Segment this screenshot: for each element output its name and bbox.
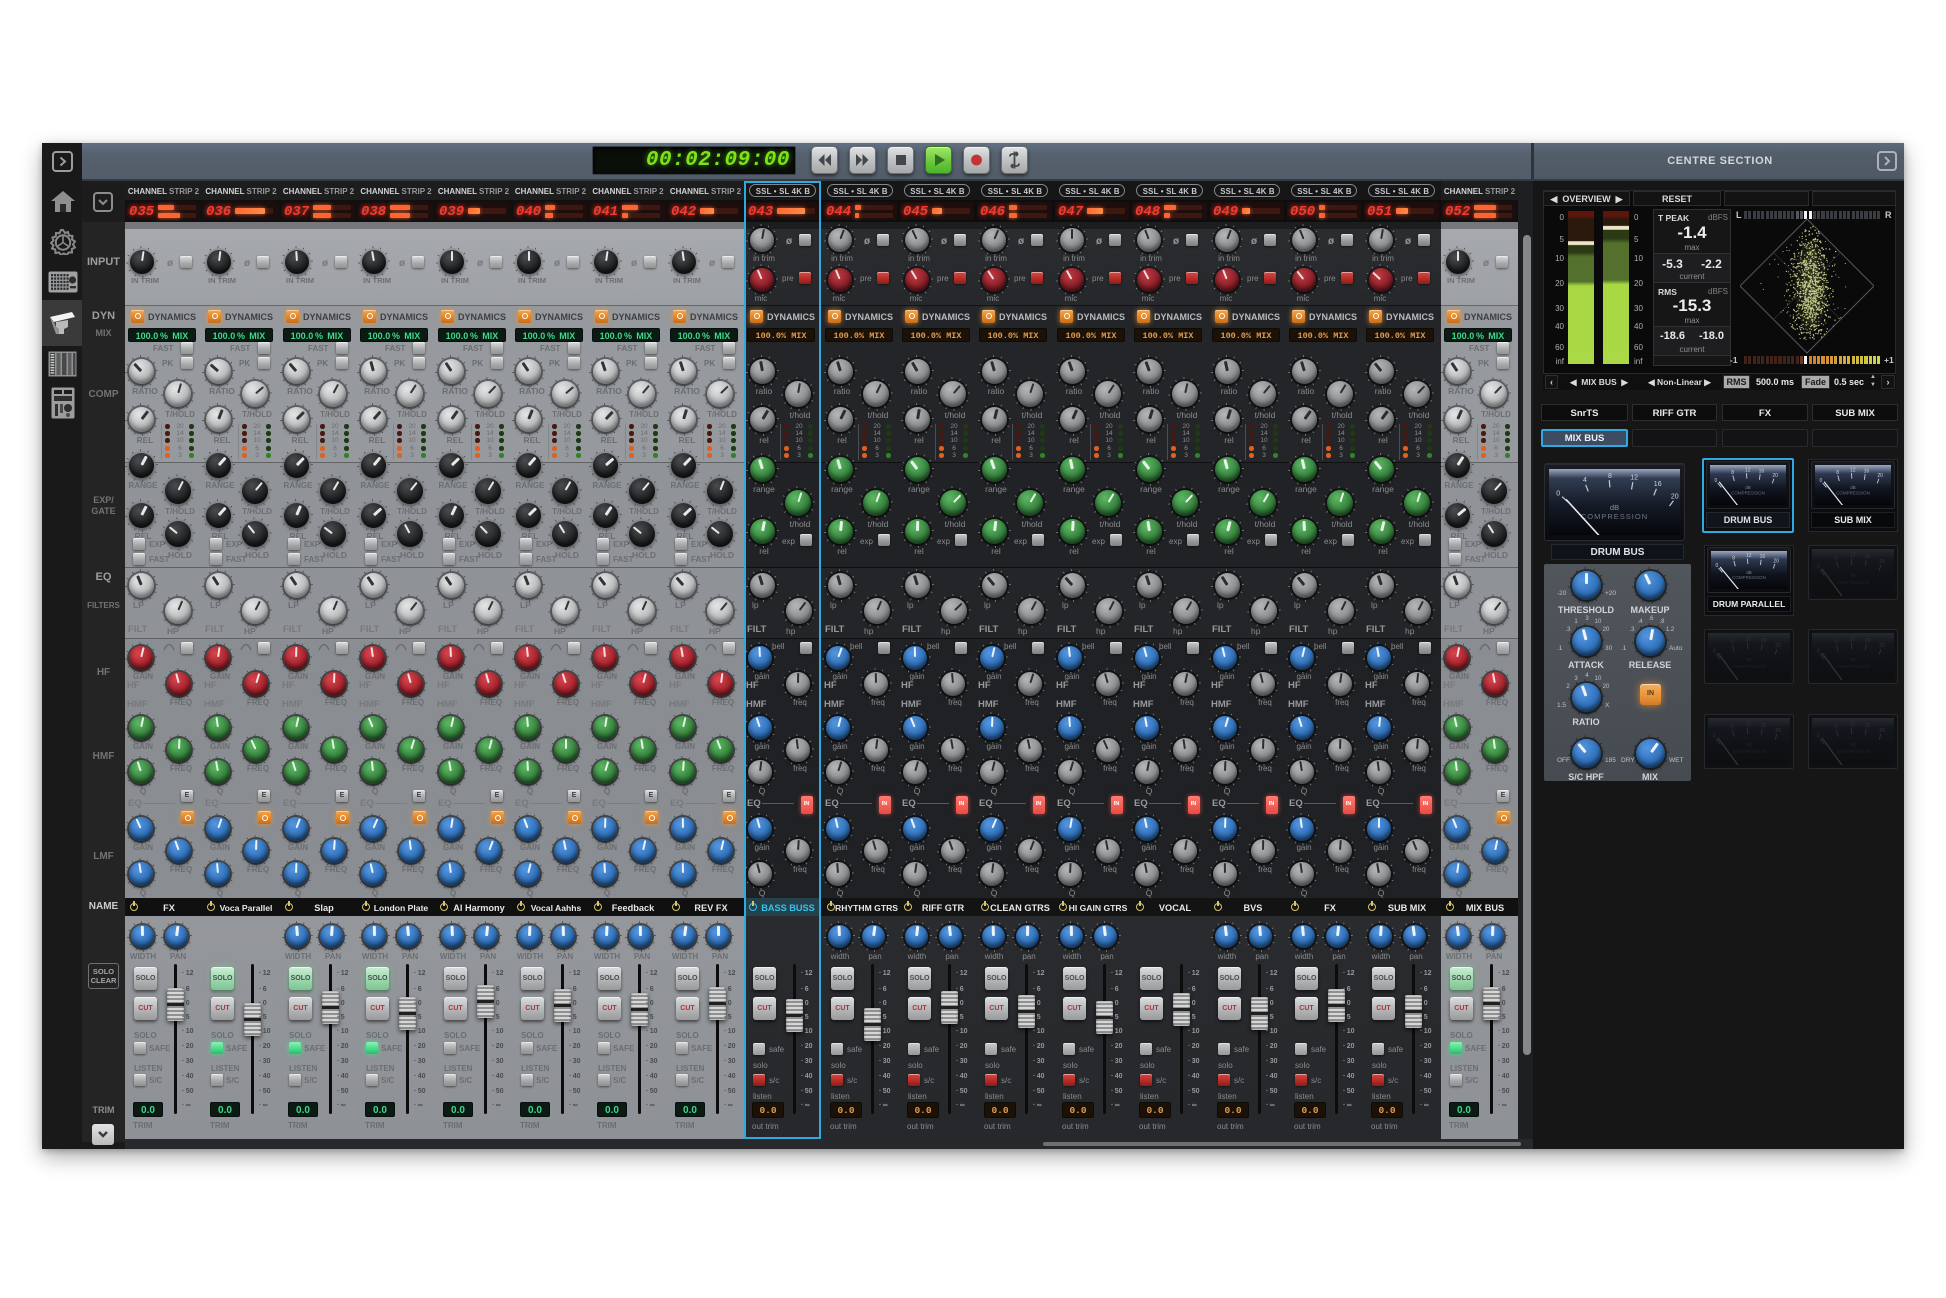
svg-text:16: 16 <box>1759 469 1765 475</box>
svg-text:8: 8 <box>1835 555 1838 561</box>
svg-text:16: 16 <box>1864 554 1870 560</box>
svg-text:8: 8 <box>1731 724 1734 730</box>
svg-text:8: 8 <box>1732 555 1735 561</box>
svg-text:16: 16 <box>1864 638 1870 644</box>
svg-text:20: 20 <box>1671 494 1679 501</box>
svg-text:12: 12 <box>1746 553 1752 559</box>
svg-text:COMPRESSION: COMPRESSION <box>1836 580 1870 585</box>
svg-text:0: 0 <box>1817 649 1820 655</box>
svg-text:0: 0 <box>1817 734 1820 740</box>
svg-text:16: 16 <box>1654 481 1662 488</box>
svg-text:12: 12 <box>1745 467 1751 473</box>
svg-text:8: 8 <box>1731 639 1734 645</box>
svg-text:0: 0 <box>1716 563 1719 569</box>
svg-text:20: 20 <box>1773 558 1779 564</box>
svg-text:dB: dB <box>1850 573 1856 578</box>
svg-text:0: 0 <box>1817 565 1820 571</box>
svg-text:12: 12 <box>1630 475 1638 482</box>
svg-text:16: 16 <box>1864 723 1870 729</box>
svg-text:COMPRESSION: COMPRESSION <box>1732 749 1766 754</box>
svg-text:8: 8 <box>1836 470 1839 476</box>
svg-text:COMPRESSION: COMPRESSION <box>1732 575 1766 580</box>
svg-text:12: 12 <box>1850 467 1856 473</box>
svg-text:16: 16 <box>1864 469 1870 475</box>
svg-text:COMPRESSION: COMPRESSION <box>1836 749 1870 754</box>
svg-text:dB: dB <box>1610 503 1619 512</box>
svg-text:COMPRESSION: COMPRESSION <box>1731 491 1765 496</box>
svg-text:20: 20 <box>1775 728 1781 734</box>
svg-text:12: 12 <box>1850 637 1856 643</box>
svg-text:0: 0 <box>1715 478 1718 484</box>
svg-text:0: 0 <box>1713 734 1716 740</box>
svg-text:20: 20 <box>1775 643 1781 649</box>
svg-text:20: 20 <box>1879 728 1885 734</box>
svg-text:dB: dB <box>1850 742 1856 747</box>
svg-text:dB: dB <box>1850 485 1856 490</box>
svg-text:8: 8 <box>1608 473 1612 480</box>
svg-text:20: 20 <box>1879 643 1885 649</box>
svg-text:16: 16 <box>1760 638 1766 644</box>
svg-text:COMPRESSION: COMPRESSION <box>1836 664 1870 669</box>
svg-text:dB: dB <box>1745 485 1751 490</box>
svg-text:COMPRESSION: COMPRESSION <box>1836 491 1870 496</box>
svg-text:8: 8 <box>1731 470 1734 476</box>
svg-text:COMPRESSION: COMPRESSION <box>1732 664 1766 669</box>
svg-text:dB: dB <box>1746 657 1752 662</box>
svg-text:8: 8 <box>1835 639 1838 645</box>
svg-text:dB: dB <box>1746 570 1752 575</box>
svg-text:COMPRESSION: COMPRESSION <box>1581 512 1648 521</box>
svg-text:20: 20 <box>1772 473 1778 479</box>
svg-text:20: 20 <box>1877 473 1883 479</box>
svg-text:0: 0 <box>1820 478 1823 484</box>
svg-text:dB: dB <box>1850 657 1856 662</box>
svg-text:12: 12 <box>1746 637 1752 643</box>
svg-text:0: 0 <box>1556 490 1560 497</box>
svg-text:12: 12 <box>1746 722 1752 728</box>
svg-text:0: 0 <box>1713 649 1716 655</box>
svg-text:12: 12 <box>1850 722 1856 728</box>
svg-text:12: 12 <box>1850 553 1856 559</box>
svg-text:16: 16 <box>1760 723 1766 729</box>
svg-text:4: 4 <box>1583 477 1587 484</box>
svg-text:20: 20 <box>1879 559 1885 565</box>
svg-text:dB: dB <box>1746 742 1752 747</box>
svg-text:16: 16 <box>1760 554 1766 560</box>
svg-text:8: 8 <box>1835 724 1838 730</box>
